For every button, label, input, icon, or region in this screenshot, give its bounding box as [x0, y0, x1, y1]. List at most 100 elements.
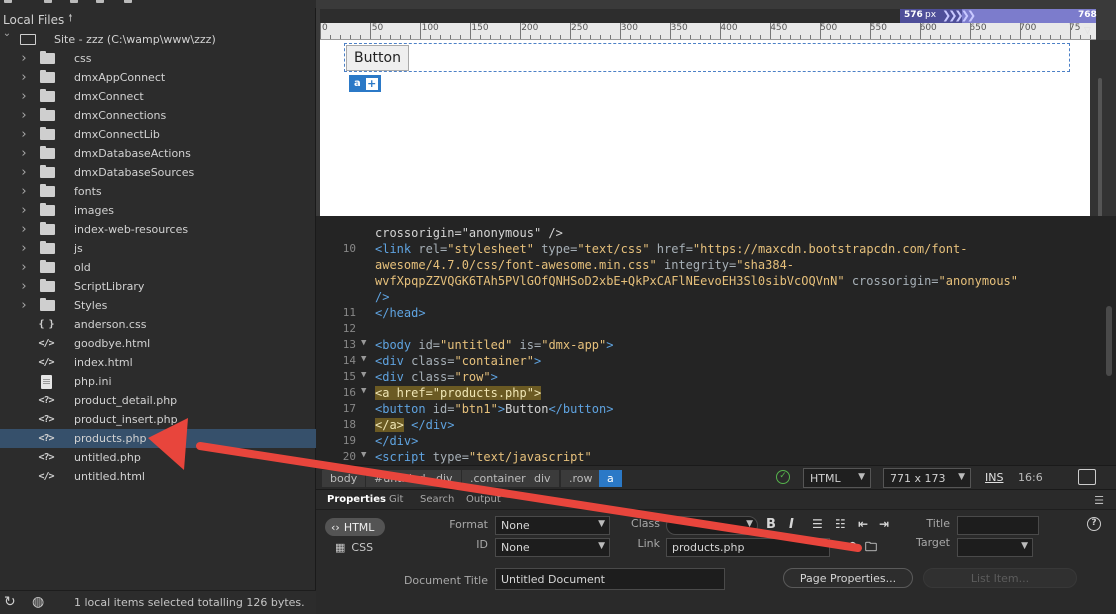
- check-icon[interactable]: ✓: [776, 470, 790, 484]
- outdent-icon[interactable]: ⇤: [858, 517, 868, 531]
- folder-item[interactable]: › dmxDatabaseActions: [0, 144, 316, 163]
- file-item[interactable]: </> index.html: [0, 353, 316, 372]
- folder-item[interactable]: › fonts: [0, 182, 316, 201]
- chevron-right-icon[interactable]: ›: [19, 165, 29, 180]
- chevron-right-icon[interactable]: ›: [19, 222, 29, 237]
- add-class-icon[interactable]: +: [365, 77, 378, 90]
- canvas-button[interactable]: Button: [346, 45, 409, 71]
- html-mode-button[interactable]: ‹› HTML: [325, 518, 385, 536]
- folder-item[interactable]: › dmxAppConnect: [0, 68, 316, 87]
- folder-item[interactable]: › Styles: [0, 296, 316, 315]
- preview-icon[interactable]: [1078, 469, 1096, 485]
- refresh-icon[interactable]: ↻: [4, 594, 16, 610]
- folder-item[interactable]: › dmxConnectLib: [0, 125, 316, 144]
- breadcrumb-item[interactable]: body: [322, 470, 366, 487]
- panel-menu-icon[interactable]: ☰: [1094, 494, 1104, 507]
- code-scrollbar[interactable]: [1106, 306, 1112, 376]
- put-files-icon[interactable]: [70, 0, 78, 3]
- chevron-right-icon[interactable]: ›: [19, 108, 29, 123]
- chevron-right-icon[interactable]: ›: [19, 70, 29, 85]
- breadcrumb-item[interactable]: a: [599, 470, 622, 487]
- element-hud[interactable]: a +: [349, 75, 381, 92]
- code-line[interactable]: 15 ▼ <div class="row">: [316, 370, 1096, 386]
- list-item-button[interactable]: List Item...: [923, 568, 1077, 588]
- format-select[interactable]: None ▼: [495, 516, 610, 535]
- breadcrumb-item[interactable]: #untitled: [366, 470, 434, 487]
- code-line[interactable]: 17 <button id="btn1">Button</button>: [316, 402, 1096, 418]
- fold-icon[interactable]: ▼: [361, 338, 366, 348]
- breadcrumb-item[interactable]: .row: [561, 470, 601, 487]
- insert-mode-toggle[interactable]: INS: [985, 471, 1003, 484]
- breadcrumb-item[interactable]: div: [526, 470, 559, 487]
- code-line[interactable]: 11 </head>: [316, 306, 1096, 322]
- connect-icon[interactable]: [4, 0, 12, 3]
- folder-item[interactable]: › dmxConnections: [0, 106, 316, 125]
- tab-git[interactable]: Git: [389, 494, 403, 505]
- expand-icon[interactable]: [124, 0, 132, 3]
- help-icon[interactable]: ?: [1087, 517, 1101, 531]
- tab-output[interactable]: Output: [466, 494, 501, 505]
- page-properties-button[interactable]: Page Properties...: [783, 568, 913, 588]
- breadcrumb-item[interactable]: .container: [462, 470, 534, 487]
- folder-item[interactable]: › ScriptLibrary: [0, 277, 316, 296]
- folder-item[interactable]: › old: [0, 258, 316, 277]
- file-item[interactable]: <?> untitled.php: [0, 448, 316, 467]
- chevron-right-icon[interactable]: ›: [19, 127, 29, 142]
- chevron-right-icon[interactable]: ›: [19, 184, 29, 199]
- folder-item[interactable]: › images: [0, 201, 316, 220]
- code-line[interactable]: 19 </div>: [316, 434, 1096, 450]
- link-input[interactable]: products.php: [666, 538, 830, 557]
- folder-item[interactable]: › css: [0, 49, 316, 68]
- code-view[interactable]: crossorigin="anonymous" /> 10 <link rel="s…: [316, 216, 1116, 465]
- chevron-right-icon[interactable]: ›: [19, 146, 29, 161]
- file-item[interactable]: { } anderson.css: [0, 315, 316, 334]
- code-line[interactable]: crossorigin="anonymous" />: [316, 226, 1096, 242]
- code-line[interactable]: 10 <link rel="stylesheet" type="text/css"…: [316, 242, 1096, 258]
- scroll-thumb[interactable]: [1098, 78, 1102, 228]
- id-select[interactable]: None ▼: [495, 538, 610, 557]
- tab-search[interactable]: Search: [420, 494, 454, 505]
- code-line[interactable]: 20 ▼ <script type="text/javascript": [316, 450, 1096, 466]
- fold-icon[interactable]: ▼: [361, 386, 366, 396]
- tab-properties[interactable]: Properties: [327, 494, 386, 505]
- chevron-right-icon[interactable]: ›: [19, 241, 29, 256]
- css-mode-button[interactable]: ▦ CSS: [335, 541, 373, 554]
- document-type-select[interactable]: HTML ▼: [803, 468, 871, 488]
- file-item[interactable]: php.ini: [0, 372, 316, 391]
- document-title-input[interactable]: Untitled Document: [495, 568, 725, 590]
- italic-icon[interactable]: I: [789, 517, 794, 532]
- site-root[interactable]: ⌄ Site - zzz (C:\wamp\www\zzz): [0, 28, 316, 49]
- code-line[interactable]: 18 </a> </div>: [316, 418, 1096, 434]
- bold-icon[interactable]: B: [766, 517, 776, 532]
- chevron-right-icon[interactable]: ›: [19, 89, 29, 104]
- unordered-list-icon[interactable]: ☰: [812, 517, 823, 531]
- folder-item[interactable]: › js: [0, 239, 316, 258]
- title-input[interactable]: [957, 516, 1039, 535]
- fold-icon[interactable]: ▼: [361, 450, 366, 460]
- folder-item[interactable]: › index-web-resources: [0, 220, 316, 239]
- resize-handle-icon[interactable]: ▽: [1084, 26, 1091, 36]
- folder-icon[interactable]: 🗀: [865, 538, 877, 559]
- chevron-right-icon[interactable]: ›: [19, 51, 29, 66]
- fold-icon[interactable]: ▼: [361, 370, 366, 380]
- refresh-icon[interactable]: [96, 0, 104, 3]
- code-line[interactable]: 13 ▼ <body id="untitled" is="dmx-app">: [316, 338, 1096, 354]
- class-select[interactable]: ▼: [666, 516, 758, 535]
- chevron-right-icon[interactable]: ›: [19, 279, 29, 294]
- media-query-bar[interactable]: 576 px ❯❯❯❯❯ 768: [320, 9, 1097, 23]
- target-select[interactable]: ▼: [957, 538, 1033, 557]
- file-item[interactable]: <?> products.php: [0, 429, 316, 448]
- breadcrumb-item[interactable]: div: [428, 470, 461, 487]
- window-size-select[interactable]: 771 x 173 ▼: [883, 468, 971, 488]
- indent-icon[interactable]: ⇥: [879, 517, 889, 531]
- sort-up-icon[interactable]: 🠕: [68, 11, 72, 28]
- file-item[interactable]: </> goodbye.html: [0, 334, 316, 353]
- files-header[interactable]: Local Files 🠕: [3, 11, 73, 28]
- code-line[interactable]: />: [316, 290, 1096, 306]
- code-line[interactable]: awesome/4.7.0/css/font-awesome.min.css" …: [316, 258, 1096, 274]
- get-files-icon[interactable]: [44, 0, 52, 3]
- file-item[interactable]: <?> product_insert.php: [0, 410, 316, 429]
- code-line[interactable]: 16 ▼ <a href="products.php">: [316, 386, 1096, 402]
- fold-icon[interactable]: ▼: [361, 354, 366, 364]
- point-to-file-icon[interactable]: ⊕: [848, 539, 857, 552]
